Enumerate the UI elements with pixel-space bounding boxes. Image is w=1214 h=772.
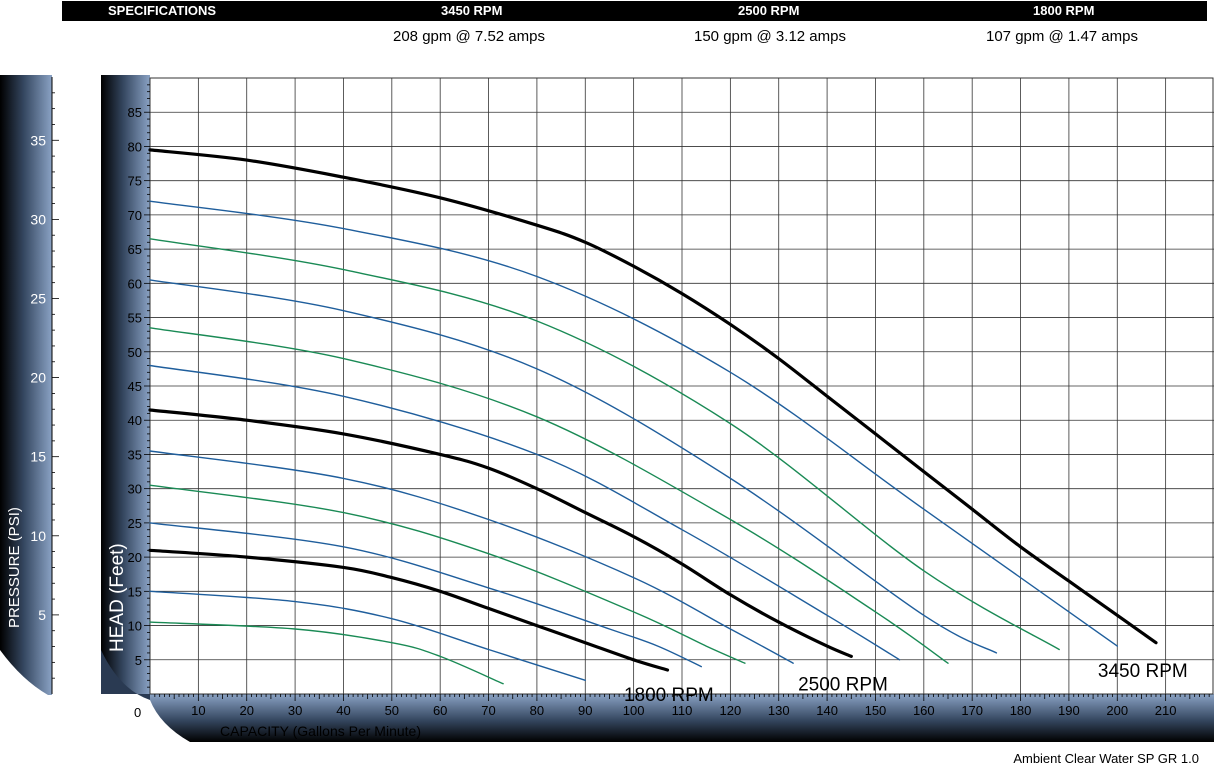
x-tick-label: 120 [720, 703, 742, 718]
curve-blue-9 [149, 522, 702, 668]
y-tick-label: 15 [128, 584, 142, 599]
curve-1800-rpm [148, 548, 670, 672]
x-tick-label: 150 [865, 703, 887, 718]
series-label: 3450 RPM [1098, 661, 1188, 682]
x-tick-label: 20 [239, 703, 253, 718]
x-tick-label: 10 [191, 703, 205, 718]
x-tick-label: 200 [1106, 703, 1128, 718]
x-tick-label: 90 [578, 703, 592, 718]
y-tick-label: 75 [128, 174, 142, 189]
x-tick-label: 70 [481, 703, 495, 718]
x-tick-label: 180 [1010, 703, 1032, 718]
y-tick-label: 50 [128, 345, 142, 360]
psi-axis-title: PRESSURE (PSI) [6, 507, 23, 628]
y-axis-title: HEAD (Feet) [107, 543, 128, 652]
pump-curves [148, 148, 1158, 685]
psi-tick-label: 20 [30, 370, 46, 386]
x-tick-label: 140 [816, 703, 838, 718]
axis-ticks [51, 77, 1210, 701]
y-tick-label: 30 [128, 482, 142, 497]
x-tick-label: 50 [385, 703, 399, 718]
axis-labels: 10 20 30 40 50 60 70 80 90 100 110 120 130 140 150 160 1… [30, 105, 1187, 718]
y-tick-label: 45 [128, 379, 142, 394]
x-tick-label: 130 [768, 703, 790, 718]
curve-3450-rpm [148, 148, 1158, 645]
y-tick-label: 5 [135, 653, 142, 668]
y-tick-label: 25 [128, 516, 142, 531]
y-tick-label: 70 [128, 208, 142, 223]
y-tick-label: 80 [128, 139, 142, 154]
psi-tick-label: 15 [30, 449, 46, 465]
x-tick-label: 170 [961, 703, 983, 718]
y-tick-label: 35 [128, 447, 142, 462]
series-label: 2500 RPM [798, 675, 888, 696]
footnote: Ambient Clear Water SP GR 1.0 [1013, 751, 1199, 766]
origin-label: 0 [134, 705, 141, 720]
x-axis-title: CAPACITY (Gallons Per Minute) [220, 723, 421, 739]
curve-blue-11 [149, 590, 586, 681]
y-tick-label: 10 [128, 619, 142, 634]
x-tick-label: 210 [1155, 703, 1177, 718]
y-tick-label: 85 [128, 105, 142, 120]
x-tick-label: 80 [530, 703, 544, 718]
psi-tick-label: 30 [30, 211, 46, 227]
x-tick-label: 190 [1058, 703, 1080, 718]
y-tick-label: 40 [128, 413, 142, 428]
x-tick-label: 40 [336, 703, 350, 718]
curve-2500-rpm [148, 408, 853, 658]
psi-tick-label: 10 [30, 528, 46, 544]
curve-green-12 [149, 621, 504, 685]
y-tick-label: 65 [128, 242, 142, 257]
series-label: 1800 RPM [624, 685, 714, 706]
x-tick-label: 30 [288, 703, 302, 718]
psi-tick-label: 5 [38, 607, 46, 623]
y-tick-label: 20 [128, 550, 142, 565]
psi-tick-label: 25 [30, 290, 46, 306]
pump-curve-chart: 10 20 30 40 50 60 70 80 90 100 110 120 130 140 150 160 1… [0, 75, 1214, 742]
y-tick-label: 55 [128, 311, 142, 326]
x-tick-label: 160 [913, 703, 935, 718]
y-tick-label: 60 [128, 276, 142, 291]
x-tick-label: 60 [433, 703, 447, 718]
psi-tick-label: 35 [30, 132, 46, 148]
